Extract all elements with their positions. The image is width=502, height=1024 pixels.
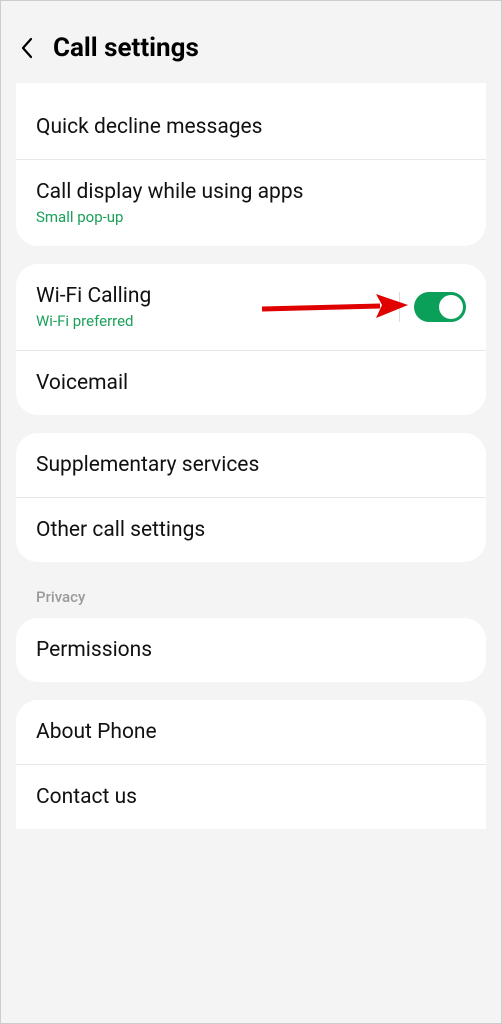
row-label: Permissions bbox=[36, 638, 152, 662]
settings-group-1: Answering and ending calls Quick decline… bbox=[16, 83, 486, 246]
wifi-calling-toggle[interactable] bbox=[414, 292, 466, 322]
row-sub: Wi-Fi preferred bbox=[36, 312, 151, 330]
row-quick-decline[interactable]: Quick decline messages bbox=[16, 95, 486, 160]
row-label: About Phone bbox=[36, 720, 157, 744]
row-sub: Small pop-up bbox=[36, 208, 303, 226]
row-other-call-settings[interactable]: Other call settings bbox=[16, 498, 486, 562]
row-label: Call display while using apps bbox=[36, 180, 303, 204]
row-call-display[interactable]: Call display while using apps Small pop-… bbox=[16, 160, 486, 246]
row-permissions[interactable]: Permissions bbox=[16, 618, 486, 682]
row-label: Voicemail bbox=[36, 371, 128, 395]
row-label: Contact us bbox=[36, 785, 137, 809]
row-supplementary[interactable]: Supplementary services bbox=[16, 433, 486, 498]
toggle-divider bbox=[399, 292, 400, 322]
row-label: Quick decline messages bbox=[36, 115, 263, 139]
toggle-knob bbox=[439, 295, 463, 319]
header: Call settings bbox=[16, 13, 486, 83]
section-header-privacy: Privacy bbox=[16, 580, 486, 618]
row-wifi-calling[interactable]: Wi-Fi Calling Wi-Fi preferred bbox=[16, 264, 486, 351]
back-icon[interactable] bbox=[16, 37, 38, 59]
row-label: Wi-Fi Calling bbox=[36, 284, 151, 308]
settings-group-2: Wi-Fi Calling Wi-Fi preferred Voicemail bbox=[16, 264, 486, 415]
settings-group-4: Permissions bbox=[16, 618, 486, 682]
page-title: Call settings bbox=[53, 33, 199, 63]
settings-group-3: Supplementary services Other call settin… bbox=[16, 433, 486, 562]
row-about-phone[interactable]: About Phone bbox=[16, 700, 486, 765]
arrow-annotation bbox=[258, 289, 408, 325]
row-label: Other call settings bbox=[36, 518, 205, 542]
row-voicemail[interactable]: Voicemail bbox=[16, 351, 486, 415]
settings-group-5: About Phone Contact us bbox=[16, 700, 486, 829]
row-contact-us[interactable]: Contact us bbox=[16, 765, 486, 829]
row-label: Supplementary services bbox=[36, 453, 259, 477]
